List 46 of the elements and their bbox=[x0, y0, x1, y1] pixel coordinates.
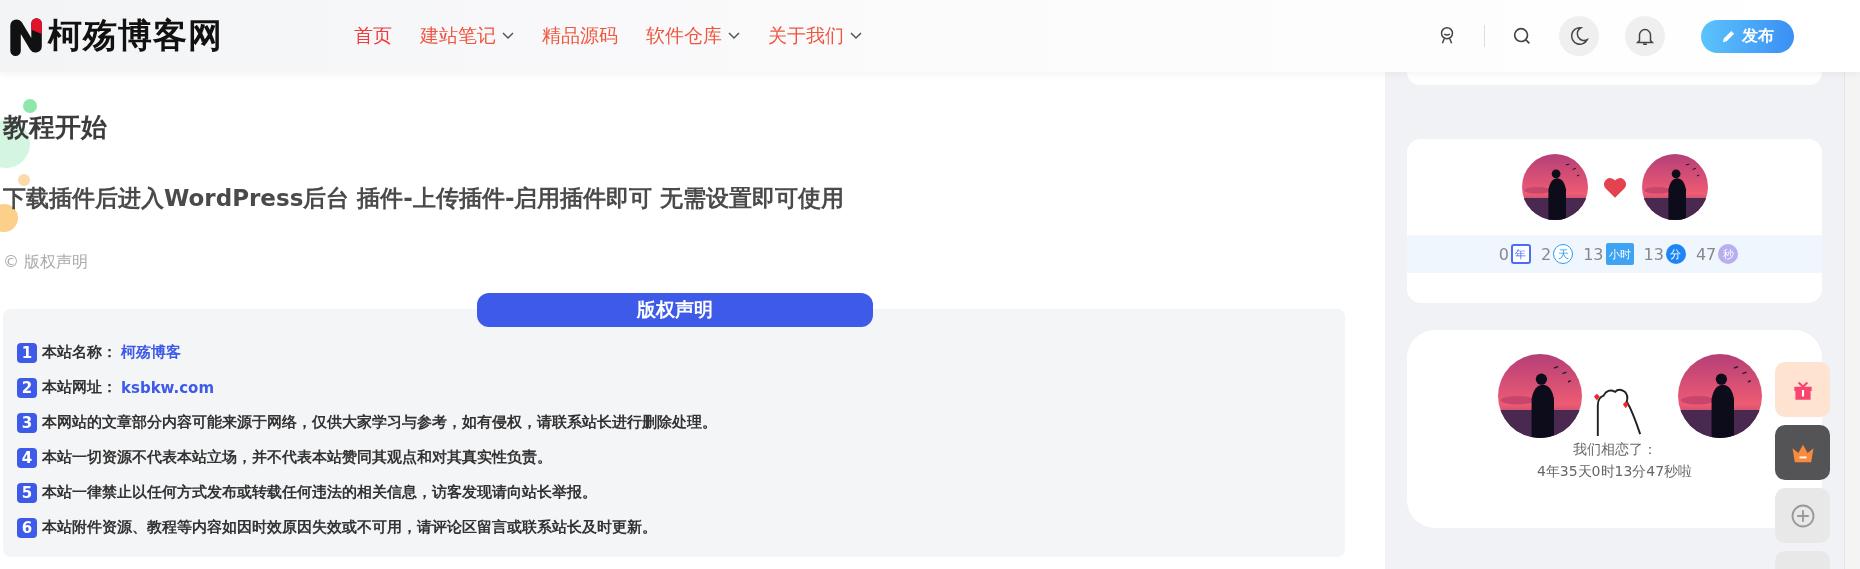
number-badge: 1 bbox=[17, 342, 37, 363]
nav-link[interactable]: 关于我们 bbox=[768, 23, 862, 49]
number-badge: 6 bbox=[17, 517, 37, 538]
copyright-link[interactable]: © 版权声明 bbox=[3, 252, 1345, 273]
timer-value: 13 bbox=[1583, 244, 1604, 264]
unit-icon: 秒 bbox=[1718, 244, 1739, 264]
section-heading: 教程开始 bbox=[3, 111, 108, 144]
notice-text: 本站附件资源、教程等内容如因时效原因失效或不可用，请评论区留言或联系站长及时更新。 bbox=[42, 518, 657, 537]
vip-button[interactable] bbox=[1775, 425, 1830, 480]
nav-link[interactable]: 首页 bbox=[354, 23, 392, 49]
notification-button[interactable] bbox=[1625, 16, 1665, 56]
heart-icon bbox=[1601, 175, 1628, 199]
love-duration: 4年35天0时13分47秒啦 bbox=[1536, 462, 1693, 481]
site-link[interactable]: ksbkw.com bbox=[121, 378, 215, 397]
timer-value: 0 bbox=[1498, 244, 1509, 264]
number-badge: 3 bbox=[17, 412, 37, 433]
unit-icon: 年 bbox=[1510, 244, 1531, 264]
unit-icon: 分 bbox=[1665, 244, 1686, 264]
publish-button[interactable]: 发布 bbox=[1701, 19, 1794, 53]
unit-icon: 小时 bbox=[1605, 243, 1634, 265]
search-icon[interactable] bbox=[1511, 25, 1533, 47]
add-button[interactable] bbox=[1775, 488, 1830, 543]
timer-value: 13 bbox=[1643, 244, 1664, 264]
nav-link[interactable]: 精品源码 bbox=[542, 23, 618, 49]
pencil-icon bbox=[1721, 28, 1736, 44]
nav-link[interactable]: 建站笔记 bbox=[420, 23, 514, 49]
gift-button[interactable] bbox=[1775, 362, 1830, 417]
notice-text: 本网站的文章部分内容可能来源于网络，仅供大家学习与参考，如有侵权，请联系站长进行删除处理。 bbox=[42, 413, 717, 432]
timer-value: 2 bbox=[1540, 244, 1552, 264]
copyright-title: 版权声明 bbox=[477, 293, 873, 327]
unit-icon: 天 bbox=[1553, 244, 1574, 264]
site-link[interactable]: 柯殇博客 bbox=[121, 343, 181, 362]
number-badge: 5 bbox=[17, 482, 37, 503]
notice-text: 本站网址： bbox=[42, 378, 117, 397]
love-caption: 我们相恋了： bbox=[1572, 440, 1657, 459]
dark-mode-button[interactable] bbox=[1559, 16, 1599, 56]
site-logo[interactable]: 柯殇博客网 bbox=[48, 13, 223, 59]
moon-icon bbox=[1568, 25, 1590, 47]
notice-text: 本站一律禁止以任何方式发布或转载任何违法的相关信息，访客发现请向站长举报。 bbox=[42, 483, 597, 502]
number-badge: 2 bbox=[17, 377, 37, 398]
instruction-heading: 下载插件后进入WordPress后台 插件-上传插件-启用插件即可 无需设置即可使用 bbox=[3, 184, 846, 213]
nav-link[interactable]: 软件仓库 bbox=[646, 23, 740, 49]
number-badge: 4 bbox=[17, 447, 37, 468]
notice-text: 本站一切资源不代表本站立场，并不代表本站赞同其观点和对其真实性负责。 bbox=[42, 448, 552, 467]
notice-text: 本站名称： bbox=[42, 343, 117, 362]
timer-value: 47 bbox=[1695, 244, 1717, 264]
